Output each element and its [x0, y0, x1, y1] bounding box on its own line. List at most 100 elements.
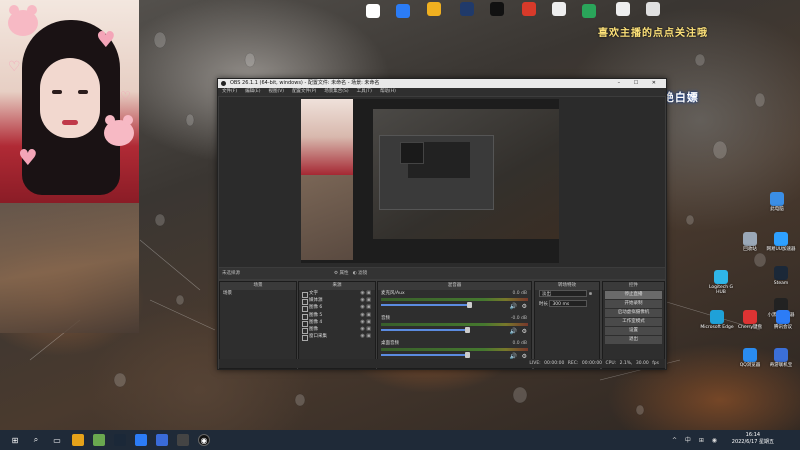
app-icon	[776, 310, 790, 324]
control-button[interactable]: 工作室模式	[605, 318, 662, 326]
desktop-shortcut[interactable]	[386, 4, 420, 19]
source-item[interactable]: 窗口采集 ◉ ▣	[299, 333, 375, 342]
app-icon	[522, 2, 536, 16]
app-icon[interactable]	[93, 434, 105, 446]
desktop-shortcut[interactable]: 此电脑	[760, 192, 794, 212]
app-icon[interactable]	[177, 434, 189, 446]
desktop-shortcut[interactable]	[356, 4, 390, 19]
eye-lock-icon[interactable]: ◉ ▣	[360, 297, 371, 304]
obs-preview-area[interactable]	[219, 97, 665, 267]
source-item-label: 图像	[309, 327, 318, 333]
desktop-shortcut[interactable]: Cherry键盘	[733, 310, 767, 330]
menu-file[interactable]: 文件(F)	[222, 88, 237, 96]
webcam-overlay: ♥ ♥ ♡ ♡	[0, 0, 139, 203]
eye-lock-icon[interactable]: ◉ ▣	[360, 319, 371, 326]
desktop-shortcut[interactable]: Logitech G HUB	[704, 270, 738, 295]
filters-button[interactable]: 滤镜	[358, 271, 367, 276]
source-item[interactable]: 文字 ◉ ▣	[299, 290, 375, 299]
desktop-shortcut[interactable]: 回收站	[733, 232, 767, 252]
properties-button[interactable]: 属性	[339, 271, 348, 276]
obs-taskbar-icon[interactable]: ◉	[198, 434, 210, 446]
volume-slider[interactable]	[381, 352, 470, 358]
source-item[interactable]: 图像 6 ◉ ▣	[299, 304, 375, 313]
desktop-shortcut-label: Cherry键盘	[737, 325, 763, 330]
speaker-icon[interactable]: 🔊	[510, 303, 517, 310]
file-explorer-icon[interactable]	[72, 434, 84, 446]
source-item[interactable]: 媒体源 ◉ ▣	[299, 297, 375, 306]
obs-window[interactable]: OBS 26.1.1 (64-bit, windows) - 配置文件: 未命名…	[217, 78, 667, 370]
desktop-shortcut[interactable]	[480, 2, 514, 17]
steam-icon[interactable]	[114, 434, 126, 446]
menu-profile[interactable]: 配置文件(P)	[292, 88, 316, 96]
obs-preview-canvas[interactable]	[301, 99, 559, 263]
desktop-shortcut[interactable]	[542, 2, 576, 17]
duration-input[interactable]: 300 ms	[549, 300, 588, 307]
menu-help[interactable]: 帮助(H)	[380, 88, 396, 96]
mixer-channel: 麦克风/Aux 0.0 dB 🔊 ⚙	[378, 290, 531, 315]
transition-select[interactable]: 淡出	[539, 290, 587, 297]
control-button[interactable]: 退出	[605, 336, 662, 344]
desktop-shortcut[interactable]	[606, 2, 640, 17]
system-tray-icons[interactable]: ^ 中 ⊞ ◉	[672, 435, 720, 444]
menu-view[interactable]: 视图(V)	[268, 88, 284, 96]
app-icon	[774, 348, 788, 362]
app-icon	[616, 2, 630, 16]
start-windows-icon[interactable]: ⊞	[9, 434, 21, 446]
control-button[interactable]: 开始录制	[605, 300, 662, 308]
window-controls[interactable]: – ☐ ✕	[618, 79, 662, 88]
search-icon[interactable]: ⌕	[30, 434, 42, 446]
volume-slider[interactable]	[381, 302, 472, 308]
app-icon	[366, 4, 380, 18]
gear-icon[interactable]: ⚙	[522, 328, 527, 335]
desktop-shortcut-label: Steam	[773, 281, 789, 286]
heart-sticker-icon: ♡	[120, 89, 131, 103]
source-item[interactable]: 图像 4 ◉ ▣	[299, 319, 375, 328]
source-item-label: 图像 5	[309, 312, 323, 318]
desktop-shortcut[interactable]	[572, 4, 606, 19]
desktop-shortcut[interactable]	[450, 2, 484, 17]
menu-edit[interactable]: 编辑(E)	[245, 88, 260, 96]
app-icon[interactable]	[156, 434, 168, 446]
app-icon[interactable]	[135, 434, 147, 446]
source-item[interactable]: 图像 5 ◉ ▣	[299, 312, 375, 320]
eye-lock-icon[interactable]: ◉ ▣	[360, 290, 371, 297]
source-item-label: 文字	[309, 291, 318, 296]
source-item[interactable]: 图像 ◉ ▣	[299, 326, 375, 335]
desktop-shortcut[interactable]: Microsoft Edge	[700, 310, 734, 330]
webcam-lower-panel	[0, 203, 139, 333]
desktop-shortcut[interactable]: 奇游联机宝	[764, 348, 798, 368]
volume-meter	[381, 323, 528, 326]
desktop-shortcut[interactable]	[417, 2, 451, 17]
mixer-dock: 混音器 麦克风/Aux 0.0 dB 🔊 ⚙ 音频 -0.0 dB 🔊 ⚙ 桌面音频 0.0 dB…	[377, 281, 532, 369]
volume-slider[interactable]	[381, 327, 470, 333]
source-item-label: 图像 4	[309, 319, 323, 325]
scene-item[interactable]: 场景	[220, 290, 296, 297]
desktop-shortcut[interactable]: 网易UU加速器	[764, 232, 798, 252]
menu-tools[interactable]: 工具(T)	[357, 88, 372, 96]
control-button[interactable]: 启动虚拟摄像机	[605, 309, 662, 317]
desktop-shortcut[interactable]: QQ浏览器	[733, 348, 767, 368]
speaker-icon[interactable]: 🔊	[510, 328, 517, 335]
eye-lock-icon[interactable]: ◉ ▣	[360, 333, 371, 340]
gear-icon[interactable]: ⚙	[522, 303, 527, 310]
eye-lock-icon[interactable]: ◉ ▣	[360, 304, 371, 311]
desktop-shortcut[interactable]: Steam	[764, 266, 798, 286]
sources-dock-title: 来源	[299, 282, 375, 290]
control-button[interactable]: 停止直播	[605, 291, 662, 299]
eye-lock-icon[interactable]: ◉ ▣	[360, 312, 371, 319]
menu-scene-collection[interactable]: 场景集合(S)	[324, 88, 348, 96]
controls-dock-title: 控件	[603, 282, 664, 290]
source-toolbar-buttons: ⚙ 属性 ◐ 滤镜	[334, 270, 367, 277]
desktop-shortcut[interactable]: 腾讯会议	[766, 310, 800, 330]
clock[interactable]: 16:14 2022/6/17 星期五	[732, 432, 774, 446]
desktop-shortcut[interactable]	[512, 2, 546, 17]
desktop-shortcut[interactable]	[636, 2, 670, 17]
transition-add-icon[interactable]: ⊕	[588, 292, 592, 297]
control-button[interactable]: 设置	[605, 327, 662, 335]
obs-title-bar[interactable]: OBS 26.1.1 (64-bit, windows) - 配置文件: 未命名…	[218, 79, 666, 88]
task-view-icon[interactable]: ▭	[51, 434, 63, 446]
sources-list: 文字 ◉ ▣ 媒体源 ◉ ▣ 图像 6 ◉ ▣ 图像 5 ◉ ▣ 图像 4 ◉ ▣ 图像 ◉ ▣ 窗口采…	[299, 290, 375, 342]
obs-menu-bar: 文件(F) 编辑(E) 视图(V) 配置文件(P) 场景集合(S) 工具(T) …	[218, 88, 666, 96]
desktop-shortcut-label: QQ浏览器	[739, 363, 761, 368]
eye-lock-icon[interactable]: ◉ ▣	[360, 326, 371, 333]
